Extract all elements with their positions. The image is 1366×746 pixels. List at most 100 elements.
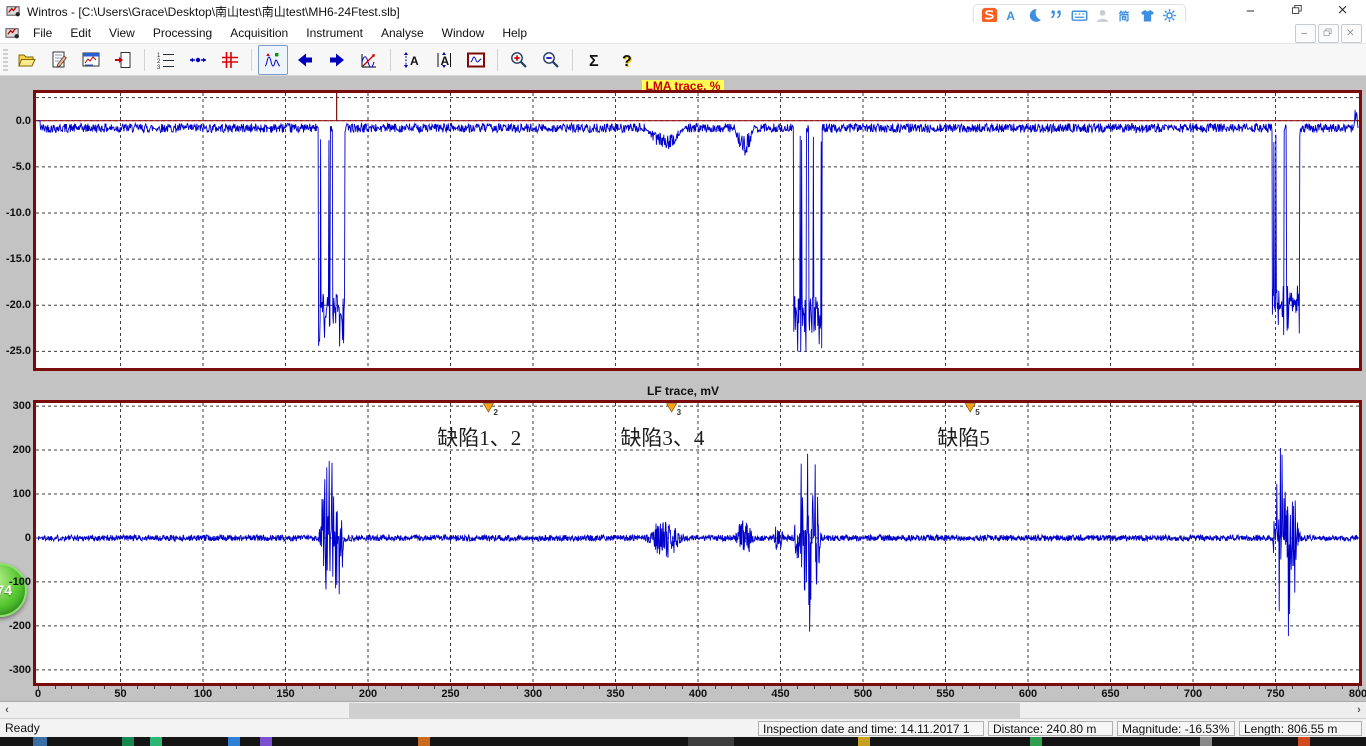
toolbar-grip[interactable] xyxy=(3,49,8,71)
autoscale-amplitude-button[interactable]: A xyxy=(397,45,427,75)
scroll-right-icon[interactable]: › xyxy=(1352,702,1366,718)
defect-marker-icon[interactable]: 5 xyxy=(965,404,980,418)
x-tick-mark xyxy=(698,686,699,691)
taskbar-icon-sliver xyxy=(228,737,240,746)
menu-bar: FileEditViewProcessingAcquisitionInstrum… xyxy=(0,22,1366,44)
menu-help[interactable]: Help xyxy=(493,22,536,43)
x-tick-mark xyxy=(1111,686,1112,691)
x-tick-mark xyxy=(71,686,72,689)
scrollbar-thumb[interactable] xyxy=(349,703,1020,718)
x-tick-mark xyxy=(484,686,485,689)
defect-marker-icon[interactable]: 2 xyxy=(483,404,498,418)
defect-annotation: 缺陷1、2 xyxy=(437,426,521,450)
floating-badge[interactable]: 74 xyxy=(0,563,27,617)
toolbar: 123 AA Σ?? xyxy=(0,44,1366,76)
autoscale-range-button[interactable]: A xyxy=(429,45,459,75)
x-tick-mark xyxy=(583,686,584,689)
menu-acquisition[interactable]: Acquisition xyxy=(221,22,297,43)
svg-text:5: 5 xyxy=(975,408,980,417)
help-button[interactable]: ?? xyxy=(611,45,641,75)
close-button[interactable] xyxy=(1330,1,1358,21)
menu-instrument[interactable]: Instrument xyxy=(297,22,372,43)
y-tick-label: -25.0 xyxy=(1,344,31,358)
x-tick-mark xyxy=(913,686,914,689)
x-tick-mark xyxy=(649,686,650,689)
x-tick-mark xyxy=(880,686,881,689)
zoom-in-button[interactable] xyxy=(504,45,534,75)
menu-edit[interactable]: Edit xyxy=(61,22,100,43)
report-preview-button[interactable] xyxy=(76,45,106,75)
export-document-button[interactable] xyxy=(108,45,138,75)
taskbar-icon-sliver xyxy=(418,737,430,746)
menu-file[interactable]: File xyxy=(24,22,61,43)
mdi-window-controls xyxy=(1295,24,1362,43)
prev-defect-button[interactable] xyxy=(290,45,320,75)
x-tick-mark xyxy=(731,686,732,689)
y-tick-label: -100 xyxy=(1,575,31,589)
taskbar-icon-sliver xyxy=(122,737,134,746)
next-defect-button[interactable] xyxy=(322,45,352,75)
minimize-button[interactable] xyxy=(1238,1,1266,21)
x-tick-mark xyxy=(1342,686,1343,689)
x-tick-mark xyxy=(302,686,303,689)
defect-list-button[interactable]: 123 xyxy=(151,45,181,75)
x-tick-mark xyxy=(220,686,221,689)
x-tick-mark xyxy=(467,686,468,689)
title-bar: Wintros - [C:\Users\Grace\Desktop\南山test… xyxy=(0,0,1366,22)
x-tick-mark xyxy=(1094,686,1095,689)
menu-view[interactable]: View xyxy=(100,22,144,43)
horizontal-scrollbar[interactable]: ‹ › xyxy=(0,701,1366,718)
svg-text:3: 3 xyxy=(157,65,161,70)
marker-navigation-button[interactable] xyxy=(183,45,213,75)
x-tick-mark xyxy=(1012,686,1013,689)
x-tick-mark xyxy=(1276,686,1277,691)
status-pane-2: Magnitude: -16.53% xyxy=(1117,721,1235,736)
x-tick-mark xyxy=(352,686,353,689)
x-tick-mark xyxy=(253,686,254,689)
x-tick-mark xyxy=(797,686,798,689)
lma-trace-plot[interactable] xyxy=(36,93,1359,368)
x-tick-mark xyxy=(418,686,419,689)
statistics-sum-button[interactable]: Σ xyxy=(579,45,609,75)
open-file-button[interactable] xyxy=(12,45,42,75)
edit-report-button[interactable] xyxy=(44,45,74,75)
trace-window-button[interactable] xyxy=(461,45,491,75)
y-tick-label: -5.0 xyxy=(1,160,31,174)
app-icon xyxy=(6,3,22,19)
x-tick-mark xyxy=(286,686,287,691)
lf-trace-plot[interactable]: 235缺陷1、2缺陷3、4缺陷5 xyxy=(36,403,1359,683)
x-tick-mark xyxy=(38,686,39,691)
maximize-button[interactable] xyxy=(1284,1,1312,21)
x-tick-mark xyxy=(863,686,864,691)
y-tick-label: 0 xyxy=(1,531,31,545)
lf-chart-title: LF trace, mV xyxy=(0,384,1366,398)
x-tick-mark xyxy=(385,686,386,689)
x-tick-mark xyxy=(269,686,270,689)
window-title: Wintros - [C:\Users\Grace\Desktop\南山test… xyxy=(27,3,400,20)
taskbar-icon-sliver xyxy=(260,737,272,746)
x-tick-mark xyxy=(451,686,452,691)
mdi-close-button[interactable] xyxy=(1341,24,1362,43)
scroll-left-icon[interactable]: ‹ xyxy=(0,702,14,718)
x-tick-mark xyxy=(154,686,155,689)
x-tick-mark xyxy=(748,686,749,689)
lf-chart-panel[interactable]: 235缺陷1、2缺陷3、4缺陷5 xyxy=(33,400,1362,686)
lma-chart-panel[interactable] xyxy=(33,90,1362,371)
defect-marker-icon[interactable]: 3 xyxy=(667,404,682,418)
menu-analyse[interactable]: Analyse xyxy=(372,22,433,43)
menu-window[interactable]: Window xyxy=(433,22,494,43)
taskbar-icon-sliver xyxy=(150,737,162,746)
zoom-out-button[interactable] xyxy=(536,45,566,75)
x-tick-mark xyxy=(1160,686,1161,689)
status-ready: Ready xyxy=(0,721,758,735)
mdi-restore-button[interactable] xyxy=(1318,24,1339,43)
x-tick-mark xyxy=(1243,686,1244,689)
peak-detection-button[interactable] xyxy=(258,45,288,75)
grid-toggle-button[interactable] xyxy=(215,45,245,75)
menu-processing[interactable]: Processing xyxy=(144,22,221,43)
mdi-minimize-button[interactable] xyxy=(1295,24,1316,43)
x-tick-mark xyxy=(1144,686,1145,689)
x-tick-mark xyxy=(533,686,534,691)
x-tick-mark xyxy=(814,686,815,689)
signal-scale-button[interactable] xyxy=(354,45,384,75)
